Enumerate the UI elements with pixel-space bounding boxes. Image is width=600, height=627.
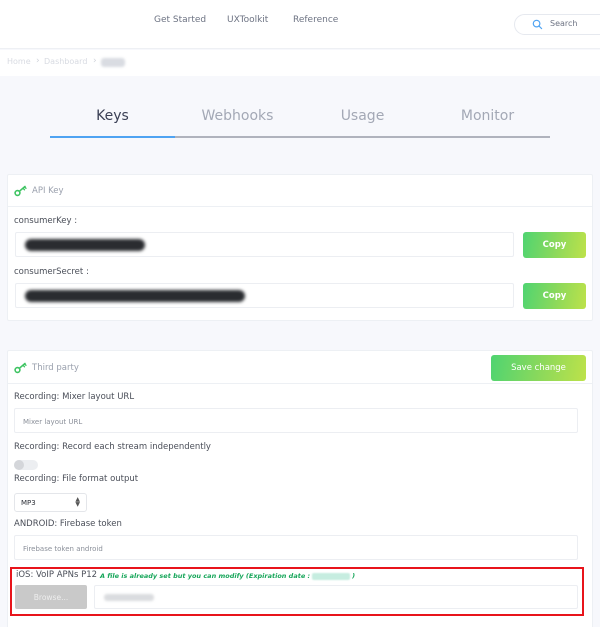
- breadcrumb: Home › Dashboard ›: [0, 50, 600, 76]
- key-icon: [14, 362, 27, 374]
- consumer-key-redacted: [25, 239, 145, 251]
- record-each-stream-label: Recording: Record each stream independen…: [14, 442, 211, 452]
- mixer-url-field[interactable]: [14, 408, 578, 434]
- ios-voip-note: A file is already set but you can modify…: [100, 572, 355, 580]
- copy-consumer-key-button[interactable]: Copy: [523, 232, 586, 258]
- tab-keys[interactable]: Keys: [50, 108, 175, 124]
- third-party-card: Third party Save change Recording: Mixer…: [7, 350, 593, 627]
- tab-monitor[interactable]: Monitor: [425, 108, 550, 124]
- breadcrumb-current-redacted: [101, 58, 125, 67]
- tab-usage[interactable]: Usage: [300, 108, 425, 124]
- record-each-stream-toggle[interactable]: [14, 460, 38, 470]
- consumer-secret-redacted: [25, 290, 245, 302]
- p12-file-field[interactable]: [94, 585, 578, 609]
- browse-button[interactable]: Browse...: [15, 585, 87, 609]
- nav-link-reference[interactable]: Reference: [293, 15, 338, 25]
- ios-voip-highlight-box: iOS: VoIP APNs P12 A file is already set…: [10, 567, 584, 616]
- mixer-url-label: Recording: Mixer layout URL: [14, 392, 135, 402]
- firebase-token-field[interactable]: [14, 535, 578, 561]
- consumer-secret-field[interactable]: [15, 283, 514, 308]
- ios-voip-label: iOS: VoIP APNs P12: [16, 570, 98, 580]
- select-arrows-icon: ▲ ▼: [75, 496, 80, 508]
- nav-link-uxtoolkit[interactable]: UXToolkit: [227, 15, 268, 25]
- breadcrumb-home[interactable]: Home: [7, 57, 31, 66]
- firebase-token-label: ANDROID: Firebase token: [14, 519, 122, 529]
- api-key-card-title: API Key: [32, 186, 64, 196]
- tab-webhooks[interactable]: Webhooks: [175, 108, 300, 124]
- tab-bar: Keys Webhooks Usage Monitor: [50, 100, 550, 138]
- toggle-knob: [14, 460, 24, 470]
- file-format-select[interactable]: MP3 ▲ ▼: [14, 493, 87, 512]
- api-key-card-header: API Key: [8, 175, 592, 207]
- third-party-card-header: Third party Save change: [8, 351, 592, 384]
- consumer-key-field[interactable]: [15, 232, 514, 257]
- ios-voip-note-text: A file is already set but you can modify…: [100, 572, 311, 580]
- save-change-button[interactable]: Save change: [491, 355, 586, 381]
- ios-voip-note-suffix: ): [352, 572, 356, 580]
- expiration-date-redacted: [312, 572, 351, 580]
- consumer-secret-label: consumerSecret :: [14, 267, 89, 277]
- key-icon: [14, 185, 27, 197]
- api-key-card: API Key consumerKey : Copy consumerSecre…: [7, 174, 593, 321]
- p12-filename-redacted: [104, 594, 154, 601]
- firebase-token-input[interactable]: [15, 537, 577, 561]
- breadcrumb-separator: ›: [93, 56, 97, 66]
- copy-consumer-secret-button[interactable]: Copy: [523, 283, 586, 309]
- consumer-key-label: consumerKey :: [14, 216, 78, 226]
- top-navbar: Get Started UXToolkit Reference: [0, 0, 600, 49]
- active-tab-indicator: [50, 136, 175, 138]
- mixer-url-input[interactable]: [15, 410, 577, 434]
- file-format-selected-value: MP3: [21, 499, 36, 507]
- search-input[interactable]: [550, 19, 600, 28]
- search-icon: [532, 19, 543, 30]
- third-party-card-title: Third party: [32, 363, 79, 373]
- file-format-label: Recording: File format output: [14, 474, 139, 484]
- nav-link-get-started[interactable]: Get Started: [154, 15, 206, 25]
- search-box[interactable]: [514, 14, 600, 35]
- breadcrumb-dashboard[interactable]: Dashboard: [44, 57, 87, 66]
- breadcrumb-separator: ›: [36, 56, 40, 66]
